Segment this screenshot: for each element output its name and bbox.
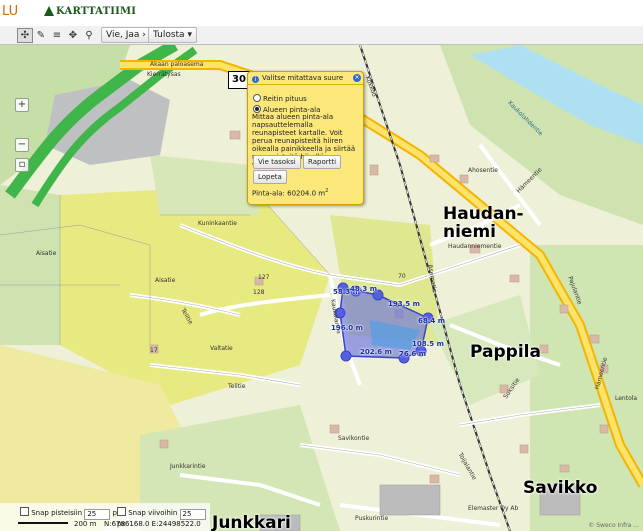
area-result-label: Pinta-ala: 60204.0 m [252,189,326,198]
measure-panel-title: Valitse mitattava suure [262,74,344,82]
street-label: Kierrätysas [147,71,181,78]
segment-length-label: 48.3 m [350,285,378,293]
info-icon: i [252,76,259,83]
area-result-unit-sup: 2 [325,188,329,194]
house-number: 17 [150,347,158,354]
snap-lines-checkbox[interactable] [117,507,126,516]
coordinates-readout: N:6786168.0 E:24498522.0 [104,520,201,528]
brand-left-text: LU [2,4,19,19]
tree-icon [44,6,54,16]
measure-panel-header: i Valitse mitattava suure [248,72,363,85]
measure-panel: i Valitse mitattava suure × Reitin pituus… [247,71,364,205]
snap-points-control: Snap pisteisiin 25 px [20,507,121,520]
pan-icon[interactable]: ✣ [17,28,33,43]
app-header: LU KARTTATIIMI [0,0,643,27]
print-menu-label: Tulosta [153,30,185,40]
house-number: 127 [258,274,270,281]
route-radio[interactable] [253,94,261,102]
bottom-bar: Snap pisteisiin 25 px Snap viivoihin 25 … [0,503,210,531]
stop-button[interactable]: Lopeta [253,170,287,184]
street-label: Lentola [615,395,638,402]
zoom-in-button[interactable]: + [15,98,29,112]
snap-points-checkbox[interactable] [20,507,29,516]
place-label-junkkari: Junkkari [212,513,291,531]
street-label: Valtatie [210,345,233,352]
segment-length-label: 68.4 m [418,317,446,325]
snap-lines-input[interactable]: 25 [179,509,206,520]
street-label: Akaan paloasema [150,61,204,68]
street-label: Haudanniementie [448,243,502,250]
scale-bar [18,522,68,524]
report-button[interactable]: Raportti [303,155,342,169]
brand-logo[interactable]: KARTTATIIMI [44,6,136,17]
zoom-slider[interactable]: ▫ [15,158,29,172]
street-label: Aisatie [155,277,176,284]
segment-length-label: 196.0 m [331,324,363,332]
option-route-label: Reitin pituus [263,95,307,103]
scale-label: 200 m [74,520,97,528]
segment-length-label: 202.6 m [360,348,392,356]
crosshair-icon[interactable]: ✥ [65,28,81,43]
share-menu-label: Vie, Jaa [106,30,140,40]
street-label: Kuninkaantie [198,220,237,227]
export-layer-button[interactable]: Vie tasoksi [253,155,301,169]
area-radio[interactable] [253,105,261,113]
copyright-text: © Sweco Infra ... [588,522,639,529]
measure-icon[interactable]: ⚲ [81,28,97,43]
street-label: Telitie [228,383,246,390]
share-menu[interactable]: Vie, Jaa › [101,27,151,43]
pencil-icon[interactable]: ✎ [33,28,49,43]
place-label-haudanniemi: Haudan- niemi [443,204,524,242]
segment-length-label: 108.5 m [412,340,444,348]
snap-points-label: Snap pisteisiin [31,509,83,517]
area-result: Pinta-ala: 60204.0 m2 [252,188,328,197]
close-icon[interactable]: × [353,74,361,82]
place-label-savikko: Savikko [523,478,598,498]
segment-length-label: 193.5 m [388,300,420,308]
brand-name: KARTTATIIMI [56,6,137,17]
house-number: 70 [398,273,406,280]
street-label: Ahosentie [468,167,498,174]
house-number: 128 [253,289,265,296]
zoom-out-button[interactable]: − [15,138,29,152]
street-label: Puskurintie [355,515,389,522]
map-toolbar: ✣ ✎ ≡ ✥ ⚲ Vie, Jaa › Tulosta ▾ [0,26,643,45]
street-label: Elemaster Oy Ab [468,505,519,512]
snap-points-input[interactable]: 25 [84,509,111,520]
place-label-pappila: Pappila [470,342,541,362]
list-icon[interactable]: ≡ [49,28,65,43]
snap-lines-label: Snap viivoihin [128,509,178,517]
street-label: Junkkarintie [170,463,206,470]
street-label: Savikontie [338,435,370,442]
option-route[interactable]: Reitin pituus [253,94,307,103]
segment-length-label: 76.6 m [399,350,427,358]
street-label: Aisatie [36,250,57,257]
print-menu[interactable]: Tulosta ▾ [148,27,197,43]
